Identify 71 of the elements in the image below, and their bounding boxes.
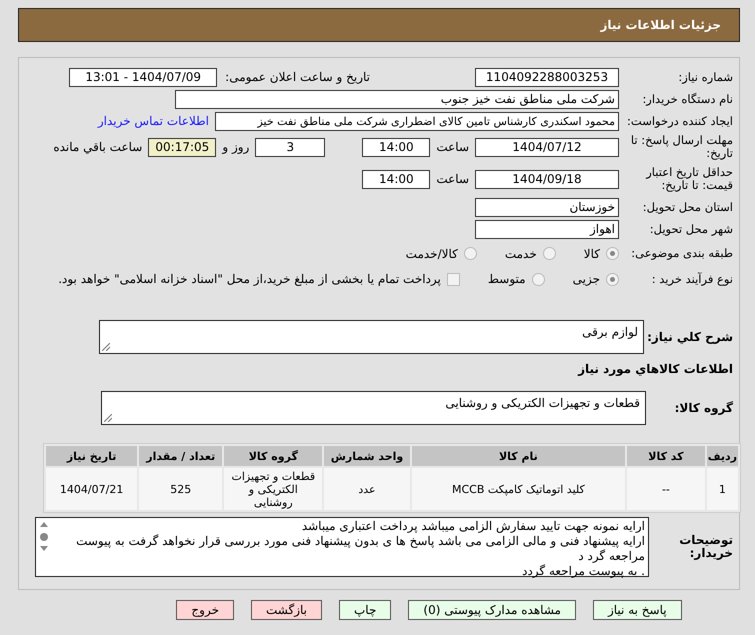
radio-label: متوسط	[488, 272, 526, 286]
time-label: ساعت	[436, 172, 469, 186]
resize-grip-icon[interactable]	[104, 414, 112, 422]
radio-label: کالا/خدمت	[406, 246, 458, 260]
buyer-field: شرکت ملی مناطق نفت خیز جنوب	[175, 90, 619, 108]
field-label: شماره نیاز:	[677, 70, 734, 84]
description-field[interactable]: لوازم برقی	[99, 320, 644, 354]
field-label: تاریخ و ساعت اعلان عمومی:	[225, 70, 370, 84]
buyer-notes-field[interactable]	[35, 517, 649, 577]
field-label: نام دستگاه خریدار:	[641, 92, 734, 106]
column-header: تاریخ نیاز	[46, 446, 138, 466]
radio-button[interactable]	[606, 272, 619, 286]
field-label: توضیحات خریدار:	[678, 534, 734, 560]
days-field: 3	[255, 138, 326, 156]
column-header: تعداد / مقدار	[139, 446, 222, 466]
time-label: ساعت	[436, 140, 469, 154]
field-label: استان محل تحویل:	[642, 200, 734, 214]
field-label: مهلت ارسال پاسخ: تا تاریخ:	[630, 134, 734, 160]
announce-date-field: 1404/07/09 - 13:01	[69, 68, 218, 86]
field-label: گروه کالا:	[674, 402, 734, 414]
city-field: اهواز	[475, 220, 619, 238]
column-header: واحد شمارش	[324, 446, 410, 466]
note-line: . به پیوست مراجعه گردد	[521, 564, 645, 579]
action-button[interactable]: خروج	[176, 600, 234, 620]
column-header: نام کالا	[412, 446, 626, 466]
payment-label: پرداخت تمام یا بخشی از مبلغ خرید،از محل "اسناد خزانه اسلامی" خواهد بود.	[58, 272, 441, 286]
note-line: ارایه پیشنهاد فنی و مالی الزامی می باشد پاسخ ها ی بدون پیشنهاد فنی مورد بررسی قرار نخواهد گرفت به پیوست مراجعه گرد د	[75, 534, 645, 564]
checkbox[interactable]	[446, 272, 460, 286]
section-title: اطلاعات کالاهاي مورد نياز	[576, 362, 734, 376]
province-field: خوزستان	[475, 198, 619, 216]
deadline-date-field: 1404/07/12	[475, 138, 619, 156]
field-label: نوع فرآیند خرید :	[650, 272, 734, 286]
days-label: روز و	[222, 140, 250, 154]
goods-group-field[interactable]: قطعات و تجهیزات الکتریکی و روشنایی	[101, 391, 646, 425]
table-cell: 1404/07/21	[46, 468, 138, 510]
radio-button[interactable]	[606, 247, 619, 260]
table-cell: کلید اتوماتیک کامپکت MCCB	[412, 468, 626, 510]
creator-field: محمود اسکندری کارشناس تامین کالای اضطراری شرکت ملی مناطق نفت خیز	[215, 112, 619, 130]
field-label: ایجاد کننده درخواست:	[626, 114, 734, 128]
validity-date-field: 1404/09/18	[475, 170, 619, 188]
table-cell: قطعات و تجهیزات الکتریکی و روشنایی	[224, 468, 322, 510]
field-label: شرح کلي نياز:	[646, 330, 734, 344]
field-label: طبقه بندی موضوعی:	[630, 247, 734, 260]
column-header: کد کالا	[627, 446, 705, 466]
radio-button[interactable]	[532, 272, 545, 286]
column-header: ردیف	[706, 446, 738, 466]
table-cell: 1	[706, 468, 738, 510]
action-button[interactable]: پاسخ به نیاز	[592, 600, 682, 620]
validity-time-field: 14:00	[362, 170, 430, 188]
remaining-label: ساعت باقي مانده	[53, 140, 142, 154]
resize-grip-icon[interactable]	[102, 343, 110, 351]
action-button[interactable]: مشاهده مدارک پیوستی (0)	[408, 600, 576, 620]
radio-label: خدمت	[504, 246, 537, 260]
remaining-time-field: 00:17:05	[148, 138, 216, 156]
action-button[interactable]: چاپ	[339, 600, 392, 620]
table-cell: --	[627, 468, 705, 510]
action-button[interactable]: بازگشت	[251, 600, 322, 620]
buyer-contact-link[interactable]: اطلاعات تماس خریدار	[98, 114, 209, 128]
field-label: حداقل تاریخ اعتبار قیمت: تا تاریخ:	[644, 166, 734, 192]
deadline-time-field: 14:00	[362, 138, 430, 156]
table-cell: عدد	[324, 468, 410, 510]
need-number-field: 1104092288003253	[475, 68, 619, 86]
radio-label: کالا	[584, 246, 600, 260]
column-header: گروه کالا	[224, 446, 322, 466]
table-cell: 525	[139, 468, 222, 510]
radio-button[interactable]	[542, 247, 556, 260]
page-header: جزئیات اطلاعات نیاز	[18, 8, 740, 42]
radio-button[interactable]	[464, 247, 477, 260]
note-line: ارایه نمونه جهت تایید سفارش الزامی میباشد پرداخت اعتباری میباشد	[300, 519, 645, 534]
radio-label: جزیی	[572, 272, 600, 286]
field-label: شهر محل تحویل:	[648, 222, 734, 236]
